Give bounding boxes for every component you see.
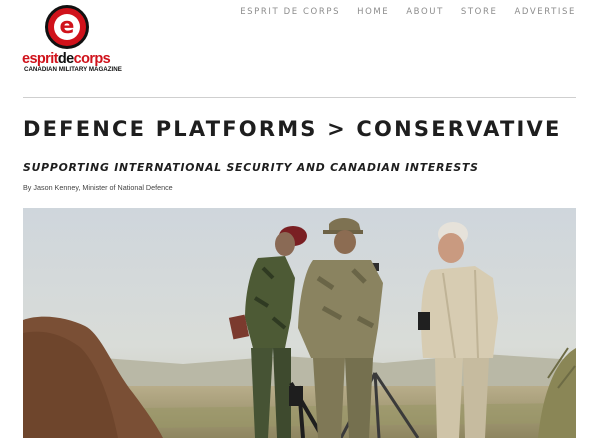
logo-tagline: CANADIAN MILITARY MAGAZINE: [24, 66, 122, 73]
logo-wordmark: espritdecorps: [22, 51, 122, 67]
article-byline: By Jason Kenney, Minister of National De…: [23, 183, 173, 192]
nav-item-home[interactable]: HOME: [357, 7, 389, 17]
nav-item-esprit-de-corps[interactable]: ESPRIT DE CORPS: [240, 7, 340, 17]
logo-mark-letter: e: [54, 14, 80, 40]
logo-word-de: de: [57, 51, 74, 67]
logo-word-corps: corps: [73, 51, 111, 67]
nav-item-store[interactable]: STORE: [461, 7, 498, 17]
site-logo[interactable]: e espritdecorps CANADIAN MILITARY MAGAZI…: [22, 5, 122, 73]
header-divider: [23, 97, 576, 98]
logo-word-esprit: esprit: [22, 51, 58, 67]
hero-photo-illustration: [23, 208, 576, 438]
main-nav: ESPRIT DE CORPS HOME ABOUT STORE ADVERTI…: [240, 7, 576, 17]
nav-item-advertise[interactable]: ADVERTISE: [514, 7, 576, 17]
article-subtitle: SUPPORTING INTERNATIONAL SECURITY AND CA…: [23, 161, 479, 174]
hero-photo: [23, 208, 576, 438]
page-title: DEFENCE PLATFORMS > CONSERVATIVE: [23, 117, 562, 141]
nav-item-about[interactable]: ABOUT: [406, 7, 444, 17]
logo-mark: e: [45, 5, 89, 49]
